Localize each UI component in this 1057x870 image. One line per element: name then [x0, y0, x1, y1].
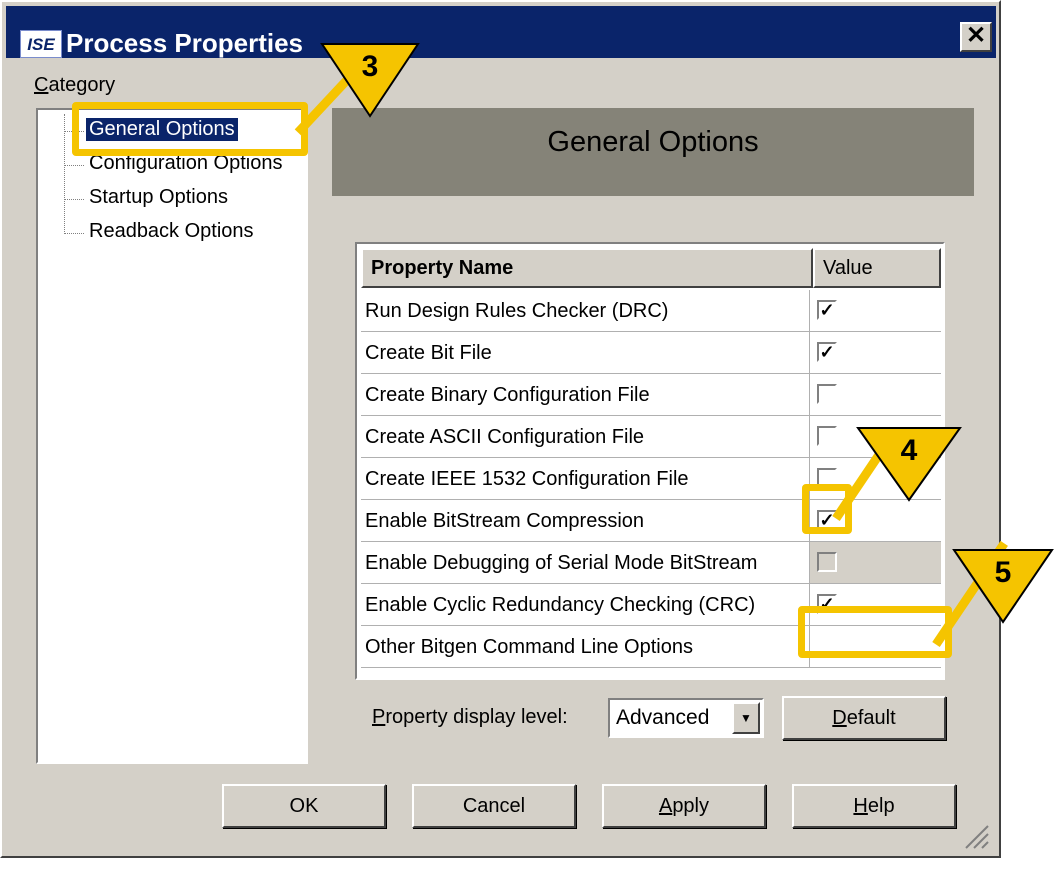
title-bar[interactable]: ISE Process Properties ✕ [6, 6, 996, 58]
property-row[interactable]: Create Bit File ✓ [361, 332, 941, 374]
help-button-rest: elp [867, 795, 895, 817]
apply-button-rest: pply [672, 795, 710, 817]
default-button-rest: efault [846, 707, 896, 729]
help-mnemonic: H [853, 795, 868, 817]
category-label-mnemonic: C [34, 74, 49, 96]
property-name: Create ASCII Configuration File [365, 426, 645, 448]
display-level-label: Property display level: [372, 706, 568, 729]
column-divider [809, 374, 810, 415]
category-label: Category [34, 74, 115, 97]
tree-item-label: Startup Options [89, 186, 228, 208]
property-checkbox[interactable]: ✓ [817, 342, 837, 362]
column-divider [809, 416, 810, 457]
property-checkbox[interactable]: ✓ [817, 300, 837, 320]
property-row[interactable]: Enable BitStream Compression ✓ [361, 500, 941, 542]
cancel-button[interactable]: Cancel [412, 784, 576, 828]
column-header-value[interactable]: Value [813, 248, 941, 288]
ise-app-icon: ISE [20, 30, 62, 58]
close-button[interactable]: ✕ [960, 22, 992, 52]
property-name: Other Bitgen Command Line Options [365, 636, 693, 658]
category-header-panel: General Options [332, 108, 974, 196]
column-divider [809, 290, 810, 331]
window-title: Process Properties [66, 28, 304, 58]
property-row[interactable]: Enable Debugging of Serial Mode BitStrea… [361, 542, 941, 584]
category-header-title: General Options [547, 126, 759, 158]
property-row[interactable]: Run Design Rules Checker (DRC) ✓ [361, 290, 941, 332]
ok-button[interactable]: OK [222, 784, 386, 828]
property-name: Enable BitStream Compression [365, 510, 645, 532]
help-button[interactable]: Help [792, 784, 956, 828]
callout-4-number: 4 [900, 434, 918, 467]
default-mnemonic: D [832, 707, 847, 729]
highlight-general-options [72, 102, 308, 156]
tree-connector-line [64, 114, 65, 234]
resize-grip-icon[interactable] [960, 820, 990, 850]
property-name: Run Design Rules Checker (DRC) [365, 300, 669, 322]
property-name: Create Binary Configuration File [365, 384, 650, 406]
display-level-mnemonic: P [372, 706, 386, 728]
highlight-bitgen-options-cell [798, 606, 952, 658]
property-row[interactable]: Create Binary Configuration File [361, 374, 941, 416]
property-row[interactable]: Create ASCII Configuration File [361, 416, 941, 458]
tree-dash [64, 199, 84, 200]
callout-5-number: 5 [994, 556, 1012, 589]
callout-3-number: 3 [361, 50, 379, 83]
column-divider [809, 332, 810, 373]
property-checkbox[interactable] [817, 426, 837, 446]
tree-dash [64, 233, 84, 234]
category-label-rest: ategory [48, 74, 116, 96]
property-name: Enable Cyclic Redundancy Checking (CRC) [365, 594, 756, 616]
property-name: Enable Debugging of Serial Mode BitStrea… [365, 552, 758, 574]
apply-mnemonic: A [658, 795, 673, 817]
property-name: Create Bit File [365, 342, 492, 364]
default-button[interactable]: Default [782, 696, 946, 740]
tree-dash [64, 165, 84, 166]
property-checkbox[interactable] [817, 384, 837, 404]
display-level-value: Advanced [616, 706, 710, 729]
display-level-select[interactable]: Advanced ▼ [608, 698, 764, 738]
column-divider [809, 542, 810, 583]
display-level-label-rest: roperty display level: [385, 706, 568, 728]
column-header-property-name[interactable]: Property Name [361, 248, 813, 288]
category-tree[interactable]: General Options Configuration Options St… [36, 108, 308, 764]
apply-button[interactable]: Apply [602, 784, 766, 828]
chevron-down-icon[interactable]: ▼ [732, 702, 760, 734]
tree-item-label: Readback Options [89, 220, 254, 242]
property-name: Create IEEE 1532 Configuration File [365, 468, 689, 490]
property-checkbox [817, 552, 837, 572]
